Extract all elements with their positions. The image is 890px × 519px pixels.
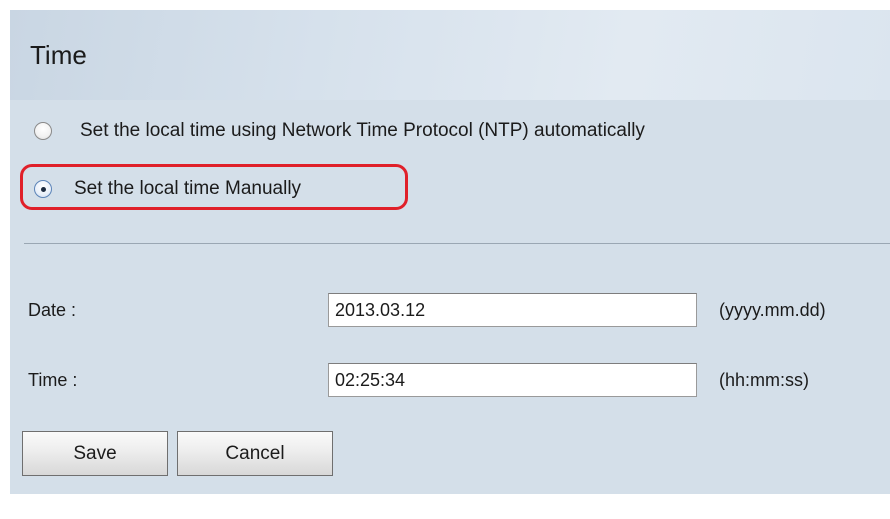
radio-option-ntp-label[interactable]: Set the local time using Network Time Pr… — [80, 120, 645, 142]
time-settings-panel: Time Set the local time using Network Ti… — [10, 10, 890, 494]
divider — [24, 243, 890, 244]
cancel-button[interactable]: Cancel — [177, 431, 333, 476]
date-label: Date : — [28, 300, 77, 320]
time-input[interactable] — [328, 363, 697, 397]
save-button[interactable]: Save — [22, 431, 168, 476]
time-label: Time : — [28, 370, 78, 390]
time-format-hint: (hh:mm:ss) — [719, 370, 809, 390]
date-format-hint: (yyyy.mm.dd) — [719, 300, 826, 320]
radio-selected-icon[interactable] — [34, 180, 52, 198]
page-title: Time — [30, 40, 87, 70]
radio-option-manual[interactable]: Set the local time Manually — [34, 174, 301, 204]
radio-option-manual-label[interactable]: Set the local time Manually — [74, 178, 301, 200]
panel-header — [10, 10, 890, 100]
radio-unselected-icon[interactable] — [34, 122, 52, 140]
radio-option-ntp[interactable]: Set the local time using Network Time Pr… — [34, 116, 645, 146]
date-input[interactable] — [328, 293, 697, 327]
